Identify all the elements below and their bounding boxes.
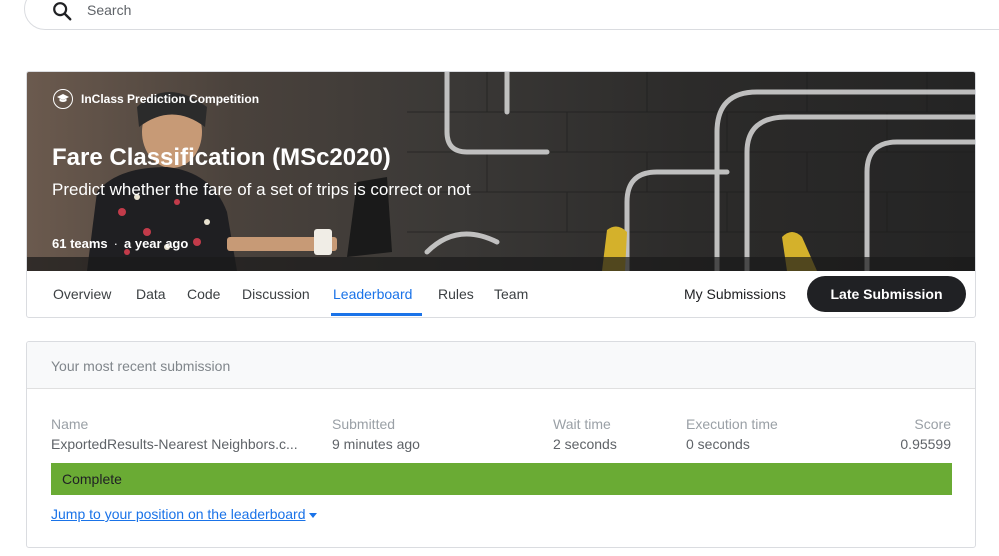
submission-score: 0.95599 bbox=[900, 436, 951, 452]
column-name-header: Name bbox=[51, 416, 89, 432]
active-tab-indicator bbox=[331, 313, 422, 316]
tab-code[interactable]: Code bbox=[187, 286, 220, 302]
column-submitted-header: Submitted bbox=[332, 416, 396, 432]
submission-time: 9 minutes ago bbox=[332, 436, 420, 452]
graduation-cap-icon bbox=[53, 89, 73, 109]
my-submissions-link[interactable]: My Submissions bbox=[684, 286, 786, 302]
submission-status-bar: Complete bbox=[51, 463, 952, 495]
column-execution-header: Execution time bbox=[686, 416, 778, 432]
search-bar[interactable]: Search bbox=[24, 0, 999, 30]
panel-title: Your most recent submission bbox=[51, 358, 231, 374]
column-score-header: Score bbox=[914, 416, 951, 432]
meta-separator: · bbox=[113, 236, 118, 251]
tab-leaderboard[interactable]: Leaderboard bbox=[333, 286, 412, 302]
tab-discussion[interactable]: Discussion bbox=[242, 286, 310, 302]
submission-filename: ExportedResults-Nearest Neighbors.c... bbox=[51, 436, 298, 452]
recent-submission-panel: Your most recent submission Name Submitt… bbox=[26, 341, 976, 548]
competition-age: a year ago bbox=[124, 236, 189, 251]
tab-team[interactable]: Team bbox=[494, 286, 528, 302]
search-icon bbox=[53, 2, 72, 21]
competition-meta: 61 teams · a year ago bbox=[52, 236, 188, 251]
panel-header: Your most recent submission bbox=[27, 342, 975, 389]
submission-execution-time: 0 seconds bbox=[686, 436, 750, 452]
column-wait-header: Wait time bbox=[553, 416, 611, 432]
search-input[interactable]: Search bbox=[87, 2, 131, 18]
competition-type-badge: InClass Prediction Competition bbox=[53, 89, 259, 109]
competition-banner: InClass Prediction Competition Fare Clas… bbox=[27, 72, 975, 271]
jump-to-leaderboard-link[interactable]: Jump to your position on the leaderboard bbox=[51, 506, 317, 522]
late-submission-button[interactable]: Late Submission bbox=[807, 276, 966, 312]
teams-count[interactable]: 61 teams bbox=[52, 236, 108, 251]
jump-link-label[interactable]: Jump to your position on the leaderboard bbox=[51, 506, 306, 522]
competition-type-label: InClass Prediction Competition bbox=[81, 92, 260, 106]
submission-wait-time: 2 seconds bbox=[553, 436, 617, 452]
competition-subtitle: Predict whether the fare of a set of tri… bbox=[52, 180, 471, 199]
tab-data[interactable]: Data bbox=[136, 286, 166, 302]
tab-rules[interactable]: Rules bbox=[438, 286, 474, 302]
caret-down-icon[interactable] bbox=[308, 512, 317, 518]
tab-overview[interactable]: Overview bbox=[53, 286, 111, 302]
competition-title: Fare Classification (MSc2020) bbox=[52, 144, 391, 171]
status-label: Complete bbox=[62, 471, 122, 487]
